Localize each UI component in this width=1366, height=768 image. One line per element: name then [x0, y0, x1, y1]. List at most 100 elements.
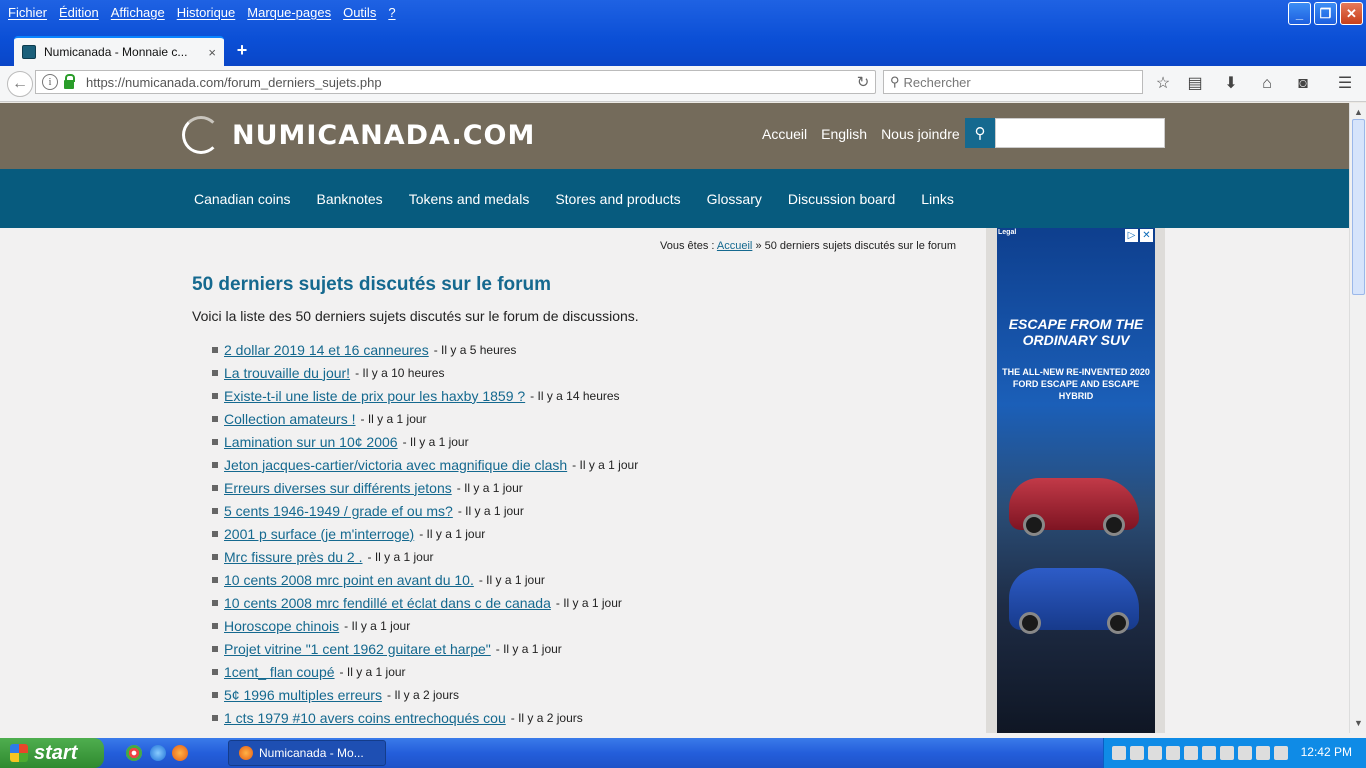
bookmark-star-icon[interactable]: ☆ [1153, 74, 1173, 94]
browser-search-input[interactable]: ⚲ Rechercher [883, 70, 1143, 94]
info-icon[interactable]: i [42, 74, 58, 90]
tray-app-icon[interactable] [1274, 746, 1288, 760]
bullet-icon [212, 461, 218, 468]
reload-icon[interactable]: ↻ [851, 73, 875, 91]
adchoices-icon[interactable]: ▷ [1125, 229, 1138, 242]
topic-item: Lamination sur un 10¢ 2006 - Il y a 1 jou… [212, 430, 638, 453]
taskbar-firefox-window[interactable]: Numicanada - Mo... [228, 740, 386, 766]
tray-app-icon[interactable] [1202, 746, 1216, 760]
bullet-icon [212, 346, 218, 353]
topic-link[interactable]: 10 cents 2008 mrc fendillé et éclat dans… [224, 595, 551, 611]
ad-close-icon[interactable]: ✕ [1140, 229, 1153, 242]
site-logo[interactable]: NUMICANADA.COM [182, 116, 535, 154]
nav-discussion-board[interactable]: Discussion board [775, 191, 908, 207]
minimize-button[interactable]: _ [1288, 2, 1311, 25]
wheel-icon [1107, 612, 1129, 634]
download-icon[interactable]: ⬇ [1221, 74, 1241, 94]
browser-tab[interactable]: Numicanada - Monnaie c... × [14, 36, 224, 66]
firefox-icon [239, 746, 253, 760]
topic-age: - Il y a 1 jour [456, 480, 523, 495]
internet-explorer-icon[interactable] [150, 745, 166, 761]
main-nav: Canadian coins Banknotes Tokens and meda… [0, 169, 1349, 228]
topic-link[interactable]: 2001 p surface (je m'interroge) [224, 526, 414, 542]
tray-app-icon[interactable] [1166, 746, 1180, 760]
back-button[interactable]: ← [7, 71, 33, 97]
topic-link[interactable]: Erreurs diverses sur différents jetons [224, 480, 452, 496]
pocket-icon[interactable]: ◙ [1293, 74, 1313, 94]
home-icon[interactable]: ⌂ [1257, 74, 1277, 94]
menu-edition[interactable]: Édition [55, 5, 107, 20]
system-tray: 12:42 PM [1103, 738, 1366, 768]
nav-links[interactable]: Links [908, 191, 967, 207]
topic-link[interactable]: Mrc fissure près du 2 . [224, 549, 363, 565]
menu-historique[interactable]: Historique [173, 5, 244, 20]
nav-canadian-coins[interactable]: Canadian coins [181, 191, 304, 207]
menu-icon[interactable]: ☰ [1335, 74, 1355, 94]
menu-outils[interactable]: Outils [339, 5, 384, 20]
url-bar[interactable]: i https://numicanada.com/forum_derniers_… [35, 70, 876, 94]
topic-link[interactable]: Lamination sur un 10¢ 2006 [224, 434, 398, 450]
topic-link[interactable]: 5 cents 1946-1949 / grade ef ou ms? [224, 503, 453, 519]
scroll-thumb[interactable] [1352, 119, 1365, 295]
topnav-accueil[interactable]: Accueil [762, 126, 807, 142]
topic-age: - Il y a 1 jour [478, 572, 545, 587]
nav-stores-products[interactable]: Stores and products [542, 191, 693, 207]
topic-link[interactable]: Collection amateurs ! [224, 411, 356, 427]
breadcrumb-prefix: Vous êtes : [660, 240, 715, 252]
advertisement[interactable]: Legal ▷ ✕ ESCAPE FROM THE ORDINARY SUV T… [997, 228, 1155, 733]
tray-app-icon[interactable] [1184, 746, 1198, 760]
network-icon[interactable] [1112, 746, 1126, 760]
topic-link[interactable]: Horoscope chinois [224, 618, 339, 634]
topic-link[interactable]: 1cent_ flan coupé [224, 664, 335, 680]
firefox-icon[interactable] [172, 745, 188, 761]
page-scrollbar[interactable]: ▲ ▼ [1349, 103, 1366, 733]
topic-link[interactable]: 10 cents 2008 mrc point en avant du 10. [224, 572, 474, 588]
title-bar: Fichier Édition Affichage Historique Mar… [0, 0, 1366, 66]
topic-link[interactable]: 2 dollar 2019 14 et 16 canneures [224, 342, 429, 358]
tab-close-icon[interactable]: × [208, 45, 216, 60]
url-text[interactable]: https://numicanada.com/forum_derniers_su… [86, 75, 851, 90]
taskbar: start Numicanada - Mo... 12:42 PM [0, 738, 1366, 768]
bullet-icon [212, 553, 218, 560]
bullet-icon [212, 530, 218, 537]
ad-legal-label[interactable]: Legal [998, 229, 1016, 236]
tray-app-icon[interactable] [1130, 746, 1144, 760]
topic-link[interactable]: Jeton jacques-cartier/victoria avec magn… [224, 457, 567, 473]
ad-subtext: THE ALL-NEW RE-INVENTED 2020 FORD ESCAPE… [1002, 367, 1150, 401]
menu-help[interactable]: ? [384, 5, 403, 20]
ad-headline: ESCAPE FROM THE ORDINARY SUV [1008, 316, 1144, 348]
topic-link[interactable]: 5¢ 1996 multiples erreurs [224, 687, 382, 703]
chrome-icon[interactable] [126, 745, 142, 761]
menu-fichier[interactable]: Fichier [4, 5, 55, 20]
site-search-input[interactable] [995, 118, 1165, 148]
windows-flag-icon [10, 744, 28, 762]
topic-item: 2001 p surface (je m'interroge) - Il y a … [212, 522, 638, 545]
scroll-up-icon[interactable]: ▲ [1351, 105, 1366, 120]
tray-app-icon[interactable] [1238, 746, 1252, 760]
site-search-button[interactable]: ⚲ [965, 118, 995, 148]
restore-button[interactable]: ❐ [1314, 2, 1337, 25]
scroll-down-icon[interactable]: ▼ [1351, 716, 1366, 731]
menu-affichage[interactable]: Affichage [107, 5, 173, 20]
topic-link[interactable]: La trouvaille du jour! [224, 365, 350, 381]
topnav-contact[interactable]: Nous joindre [881, 126, 960, 142]
start-button[interactable]: start [0, 738, 104, 768]
topnav-english[interactable]: English [821, 126, 867, 142]
topic-link[interactable]: Projet vitrine "1 cent 1962 guitare et h… [224, 641, 491, 657]
nav-glossary[interactable]: Glossary [694, 191, 775, 207]
menu-marque-pages[interactable]: Marque-pages [243, 5, 339, 20]
close-window-button[interactable]: ✕ [1340, 2, 1363, 25]
topic-link[interactable]: Existe-t-il une liste de prix pour les h… [224, 388, 525, 404]
nav-banknotes[interactable]: Banknotes [304, 191, 396, 207]
nav-tokens-medals[interactable]: Tokens and medals [396, 191, 543, 207]
new-tab-button[interactable]: + [232, 40, 252, 61]
clock[interactable]: 12:42 PM [1301, 745, 1352, 759]
breadcrumb-home-link[interactable]: Accueil [717, 240, 752, 252]
topic-item: 1cent_ flan coupé - Il y a 1 jour [212, 660, 638, 683]
topic-item: Erreurs diverses sur différents jetons - … [212, 476, 638, 499]
topic-link[interactable]: 1 cts 1979 #10 avers coins entrechoqués … [224, 710, 506, 726]
tray-app-icon[interactable] [1220, 746, 1234, 760]
tray-app-icon[interactable] [1148, 746, 1162, 760]
reading-list-icon[interactable]: ▤ [1185, 74, 1205, 94]
tray-app-icon[interactable] [1256, 746, 1270, 760]
